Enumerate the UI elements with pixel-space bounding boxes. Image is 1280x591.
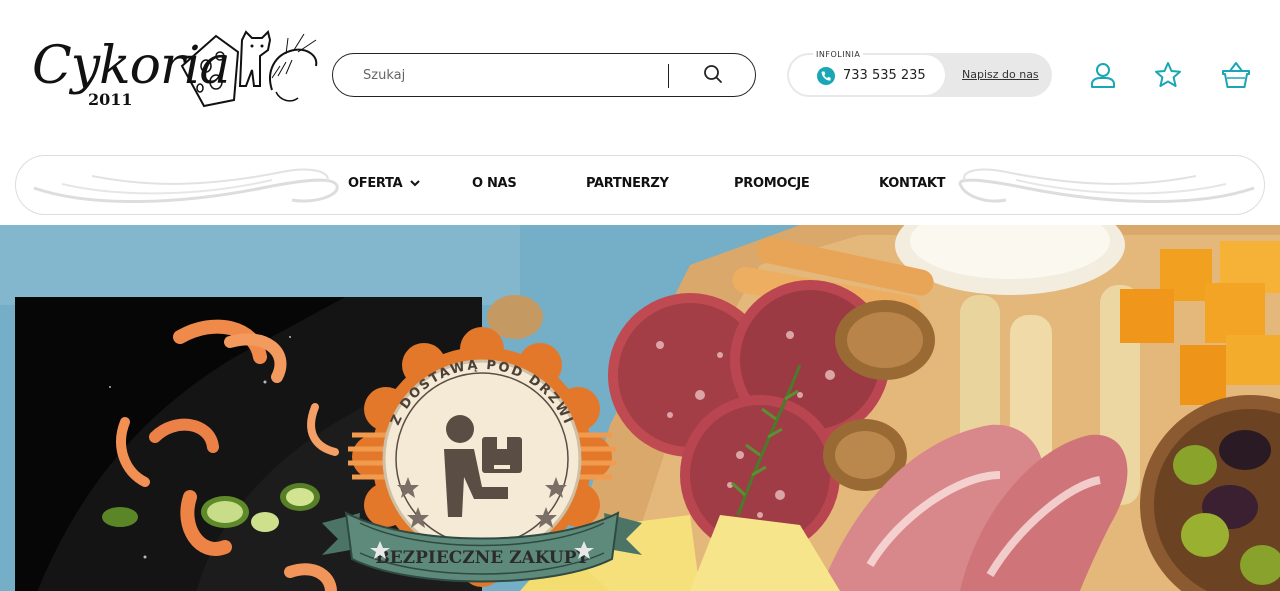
infoline-label: INFOLINIA xyxy=(813,50,864,59)
phone-pill[interactable]: INFOLINIA 733 535 235 xyxy=(789,50,945,95)
search-button[interactable] xyxy=(693,60,733,90)
write-to-us-link[interactable]: Napisz do nas xyxy=(962,68,1039,81)
nav-item-promocje[interactable]: PROMOCJE xyxy=(734,176,810,191)
nav-item-label: PROMOCJE xyxy=(734,176,810,191)
decorative-swirl-right xyxy=(958,168,1255,203)
user-icon xyxy=(1091,63,1115,88)
favorites-button[interactable] xyxy=(1153,60,1183,90)
nav-item-label: OFERTA xyxy=(348,176,403,191)
nav-item-kontakt[interactable]: KONTAKT xyxy=(879,176,945,191)
phone-icon xyxy=(817,67,835,85)
badge-ribbon-text: BEZPIECZNE ZAKUPY xyxy=(375,548,589,568)
search-divider xyxy=(668,64,669,88)
nav-item-partnerzy[interactable]: PARTNERZY xyxy=(586,176,669,191)
search-bar xyxy=(332,53,756,97)
nav-item-label: PARTNERZY xyxy=(586,176,669,191)
brand-logo[interactable]: Cykoria 2011 xyxy=(28,22,322,130)
decorative-swirl-left xyxy=(33,168,339,203)
nav-item-label: KONTAKT xyxy=(879,176,946,191)
phone-number[interactable]: 733 535 235 xyxy=(843,68,926,83)
site-header: Cykoria 2011 Szukaj INFOLINIA 733 535 23… xyxy=(0,0,1280,150)
basket-icon xyxy=(1222,62,1250,88)
cart-button[interactable] xyxy=(1221,60,1251,90)
nav-item-oferta[interactable]: OFERTA xyxy=(348,176,421,191)
star-icon xyxy=(1155,62,1181,87)
main-navigation: OFERTA O NAS PARTNERZY PROMOCJE KONTAKT xyxy=(15,155,1265,215)
chevron-down-icon xyxy=(410,180,421,187)
nav-item-o-nas[interactable]: O NAS xyxy=(472,176,517,191)
brand-year: 2011 xyxy=(88,90,133,109)
hero-banner[interactable]: Z DOSTAWĄ POD DRZWI BEZPIECZNE ZAKUPY xyxy=(0,225,1280,591)
search-icon xyxy=(704,64,722,83)
logo-illustration xyxy=(180,30,318,108)
account-button[interactable] xyxy=(1088,60,1118,90)
safe-shopping-badge: Z DOSTAWĄ POD DRZWI BEZPIECZNE ZAKUPY xyxy=(322,327,642,587)
contact-bar: INFOLINIA 733 535 235 Napisz do nas xyxy=(787,50,1052,97)
nav-item-label: O NAS xyxy=(472,176,517,191)
search-input[interactable] xyxy=(351,54,661,96)
